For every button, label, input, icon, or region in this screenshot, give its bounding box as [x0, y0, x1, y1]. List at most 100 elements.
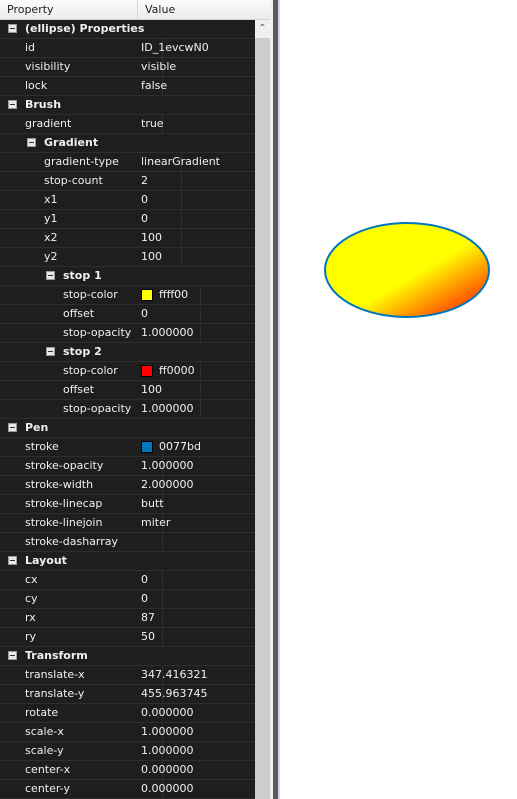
property-row[interactable]: stop-opacity 1.000000 — [0, 324, 255, 343]
category-row[interactable]: Gradient — [0, 134, 255, 153]
property-value[interactable]: 1.000000 — [141, 324, 194, 342]
property-name: stroke — [0, 438, 163, 456]
property-row[interactable]: stroke-opacity 1.000000 — [0, 457, 255, 476]
property-value[interactable]: 0.000000 — [141, 704, 194, 722]
property-name: x1 — [0, 191, 182, 209]
label-text: cy — [25, 592, 38, 605]
property-row[interactable]: stop-color ff0000 — [0, 362, 255, 381]
property-row[interactable]: lock false — [0, 77, 255, 96]
label-text: x2 — [44, 231, 58, 244]
property-value[interactable]: ID_1evcwN0 — [141, 39, 209, 57]
property-row[interactable]: rotate 0.000000 — [0, 704, 255, 723]
property-value[interactable]: 2.000000 — [141, 476, 194, 494]
label-text: Brush — [25, 98, 62, 111]
property-name: visibility — [0, 58, 163, 76]
property-value[interactable]: linearGradient — [141, 153, 220, 171]
category-row[interactable]: (ellipse) Properties — [0, 20, 255, 39]
chevron-up-icon[interactable]: ⌃ — [255, 20, 270, 38]
property-row[interactable]: id ID_1evcwN0 — [0, 39, 255, 58]
property-row[interactable]: scale-x 1.000000 — [0, 723, 255, 742]
category-row[interactable]: Pen — [0, 419, 255, 438]
property-value[interactable]: ff0000 — [141, 362, 195, 380]
property-value[interactable]: 100 — [141, 381, 162, 399]
label-text: Transform — [25, 649, 88, 662]
property-value[interactable]: 0.000000 — [141, 780, 194, 798]
category-row[interactable]: Brush — [0, 96, 255, 115]
category-row[interactable]: stop 1 — [0, 267, 255, 286]
property-value[interactable]: 347.416321 — [141, 666, 207, 684]
property-value[interactable]: 0 — [141, 571, 148, 589]
property-value[interactable]: 50 — [141, 628, 155, 646]
color-swatch[interactable] — [141, 289, 153, 301]
color-swatch[interactable] — [141, 441, 153, 453]
property-row[interactable]: visibility visible — [0, 58, 255, 77]
property-row[interactable]: rx 87 — [0, 609, 255, 628]
property-row[interactable]: stop-color ffff00 — [0, 286, 255, 305]
value-text: ID_1evcwN0 — [141, 41, 209, 54]
property-row[interactable]: x2 100 — [0, 229, 255, 248]
property-value[interactable]: 2 — [141, 172, 148, 190]
property-row[interactable]: center-y 0.000000 — [0, 780, 255, 799]
property-row[interactable]: translate-x 347.416321 — [0, 666, 255, 685]
property-row[interactable]: translate-y 455.963745 — [0, 685, 255, 704]
property-row[interactable]: stroke-width 2.000000 — [0, 476, 255, 495]
property-value[interactable]: 455.963745 — [141, 685, 207, 703]
property-row[interactable]: cy 0 — [0, 590, 255, 609]
property-row[interactable]: gradient-type linearGradient — [0, 153, 255, 172]
property-row[interactable]: offset 0 — [0, 305, 255, 324]
property-row[interactable]: offset 100 — [0, 381, 255, 400]
property-value[interactable]: miter — [141, 514, 170, 532]
color-swatch[interactable] — [141, 365, 153, 377]
property-row[interactable]: stroke-linecap butt — [0, 495, 255, 514]
property-row[interactable]: cx 0 — [0, 571, 255, 590]
category-row[interactable]: stop 2 — [0, 343, 255, 362]
property-row[interactable]: stop-opacity 1.000000 — [0, 400, 255, 419]
property-value[interactable]: 1.000000 — [141, 723, 194, 741]
label-text: gradient-type — [44, 155, 119, 168]
value-text: 1.000000 — [141, 744, 194, 757]
property-value[interactable]: 0 — [141, 590, 148, 608]
property-row[interactable]: scale-y 1.000000 — [0, 742, 255, 761]
label-text: x1 — [44, 193, 58, 206]
property-row[interactable]: stroke-dasharray — [0, 533, 255, 552]
category-row[interactable]: Transform — [0, 647, 255, 666]
property-value[interactable]: ffff00 — [141, 286, 188, 304]
property-value[interactable]: 1.000000 — [141, 400, 194, 418]
property-row[interactable]: ry 50 — [0, 628, 255, 647]
property-value[interactable]: butt — [141, 495, 164, 513]
property-value[interactable]: 87 — [141, 609, 155, 627]
property-row[interactable]: y1 0 — [0, 210, 255, 229]
value-text: 1.000000 — [141, 326, 194, 339]
property-value[interactable]: true — [141, 115, 164, 133]
drawing-canvas[interactable] — [278, 0, 517, 799]
ellipse-shape[interactable] — [324, 222, 490, 318]
property-value[interactable]: visible — [141, 58, 176, 76]
property-value[interactable]: 1.000000 — [141, 457, 194, 475]
property-column-header[interactable]: Property — [0, 0, 138, 20]
property-value[interactable]: 0.000000 — [141, 761, 194, 779]
label-text: rotate — [25, 706, 59, 719]
category-row[interactable]: Layout — [0, 552, 255, 571]
property-value[interactable]: 0 — [141, 191, 148, 209]
value-column-header[interactable]: Value — [138, 0, 270, 20]
property-value[interactable]: 100 — [141, 229, 162, 247]
property-row[interactable]: stroke-linejoin miter — [0, 514, 255, 533]
label-text: stop 1 — [63, 269, 102, 282]
property-value[interactable]: 0 — [141, 210, 148, 228]
property-row[interactable]: gradient true — [0, 115, 255, 134]
property-value[interactable]: 100 — [141, 248, 162, 266]
property-value[interactable]: 1.000000 — [141, 742, 194, 760]
property-row[interactable]: y2 100 — [0, 248, 255, 267]
property-row[interactable]: center-x 0.000000 — [0, 761, 255, 780]
property-row[interactable]: stop-count 2 — [0, 172, 255, 191]
value-text: true — [141, 117, 164, 130]
category-label: (ellipse) Properties — [0, 20, 255, 38]
vertical-scrollbar[interactable]: ⌃ — [255, 20, 270, 799]
label-text: offset — [63, 383, 95, 396]
property-row[interactable]: stroke 0077bd — [0, 438, 255, 457]
property-name: scale-x — [0, 723, 163, 741]
property-row[interactable]: x1 0 — [0, 191, 255, 210]
property-value[interactable]: false — [141, 77, 167, 95]
property-value[interactable]: 0077bd — [141, 438, 201, 456]
property-value[interactable]: 0 — [141, 305, 148, 323]
